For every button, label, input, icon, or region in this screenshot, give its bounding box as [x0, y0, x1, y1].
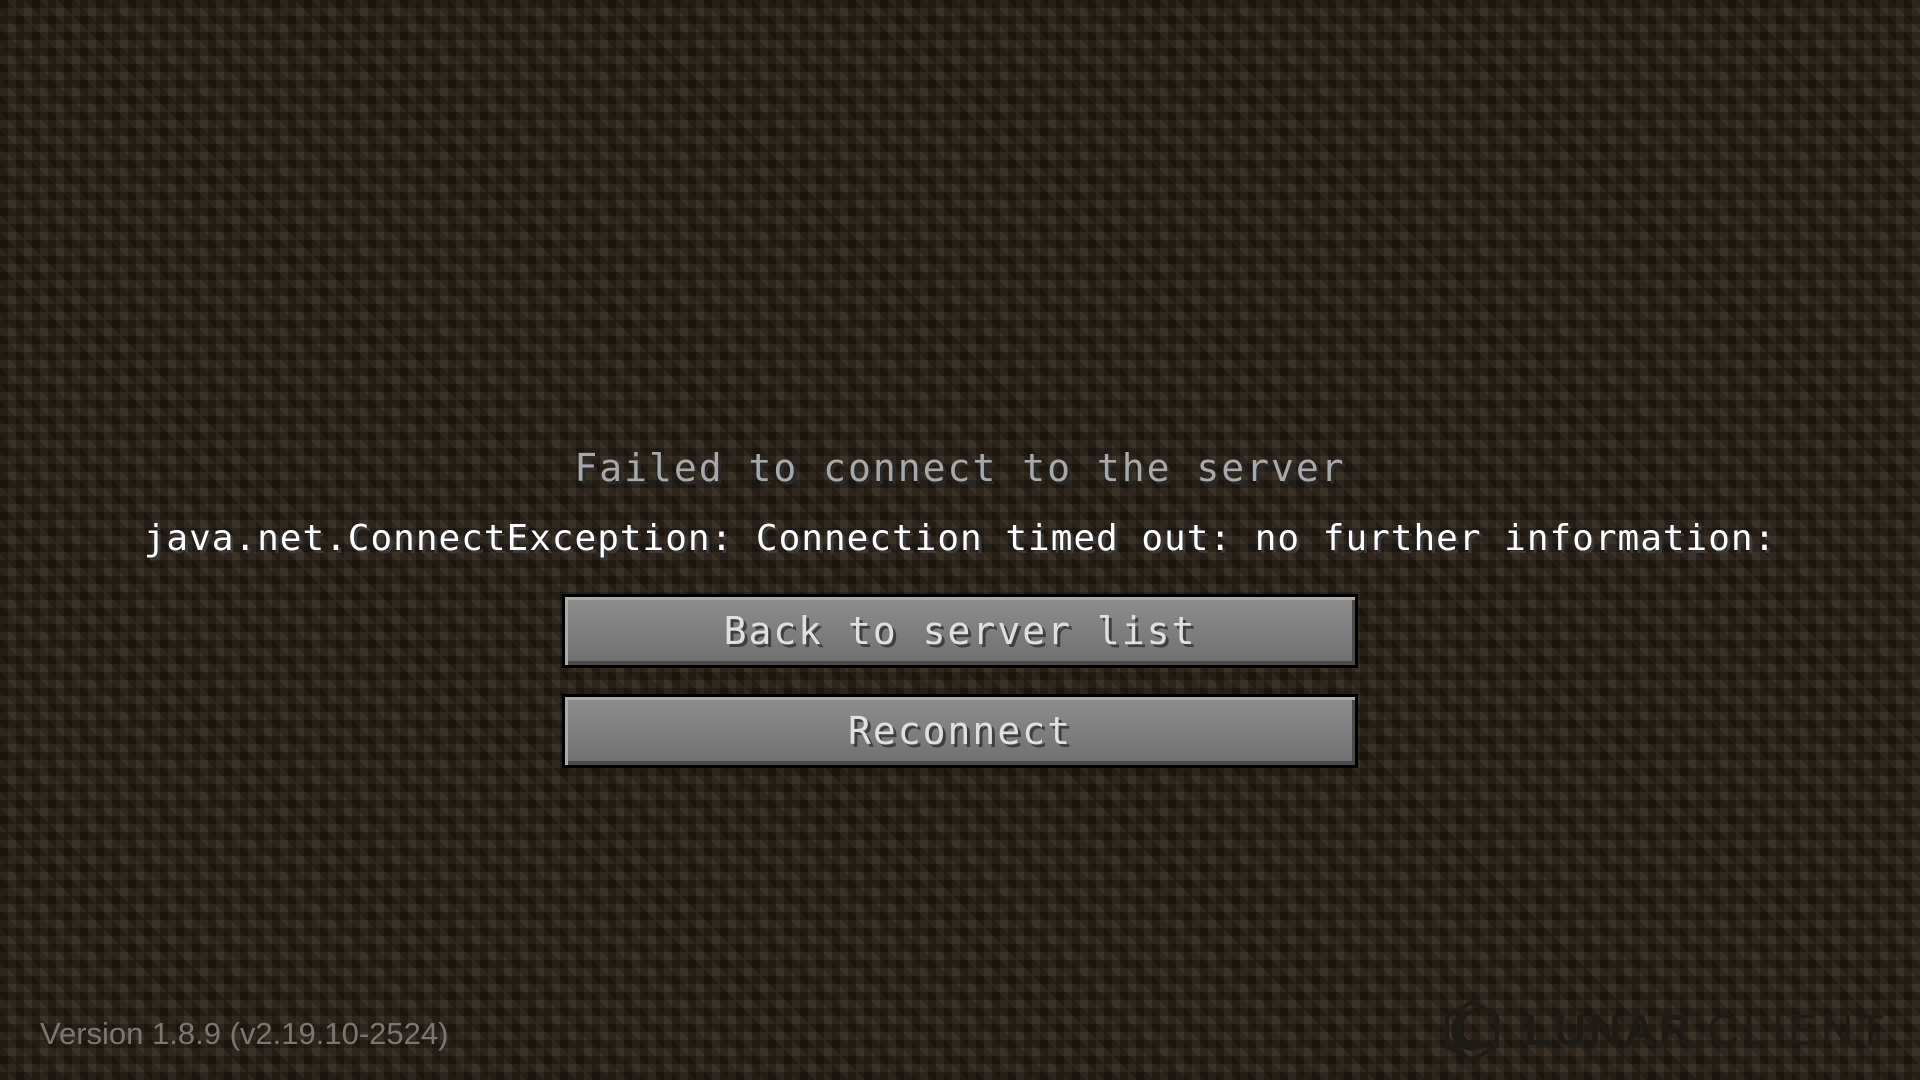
error-message: java.net.ConnectException: Connection ti…: [143, 518, 1777, 559]
lunar-moon-icon: [1439, 998, 1505, 1064]
brand-name-bold: LUNAR: [1524, 1006, 1694, 1055]
disconnect-screen: Failed to connect to the server java.net…: [0, 0, 1920, 1080]
screen-title: Failed to connect to the server: [574, 446, 1346, 490]
back-to-server-list-button[interactable]: Back to server list: [562, 594, 1358, 668]
brand-name-light: CLIENT: [1707, 1006, 1888, 1055]
reconnect-button[interactable]: Reconnect: [562, 694, 1358, 768]
lunar-client-logo: LUNAR CLIENT: [1439, 996, 1888, 1066]
version-label: Version 1.8.9 (v2.19.10-2524): [40, 1016, 449, 1051]
